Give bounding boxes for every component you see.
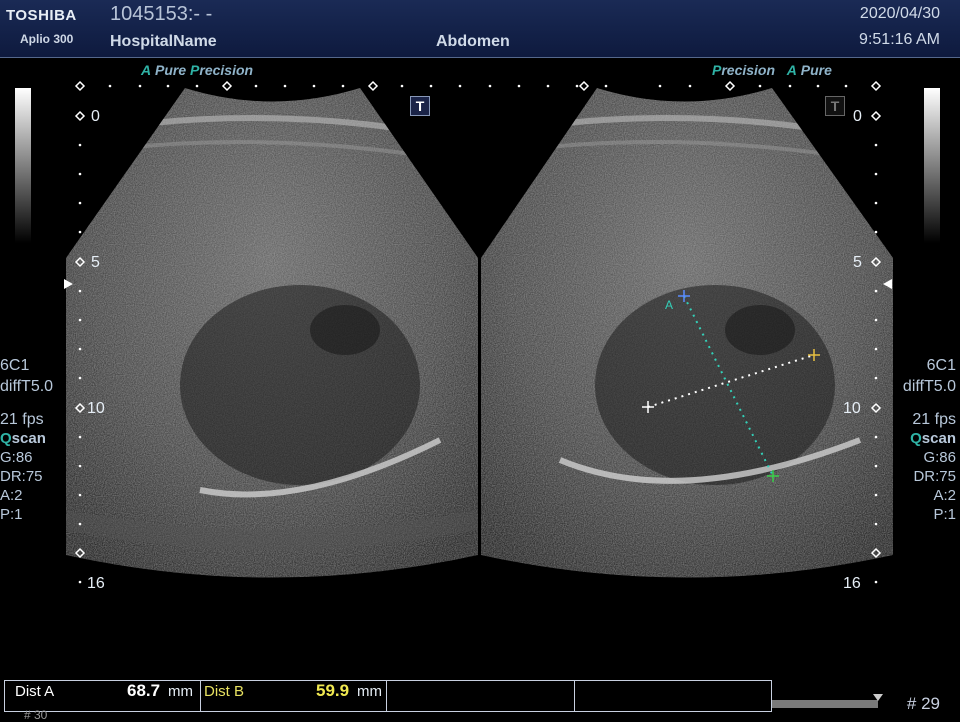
ultrasound-display — [64, 80, 893, 584]
preset-label: diffT5.0 — [902, 378, 956, 395]
params-left: 6C1 diffT5.0 21 fps Qscan G:86 DR:75 A:2… — [0, 355, 53, 524]
measurement-cell-a[interactable]: Dist A 68.7 mm — [5, 681, 201, 711]
depth-label-16-right: 16 — [843, 575, 861, 592]
p-param-label: P:1 — [0, 506, 23, 523]
transducer-orientation-icon[interactable]: T — [410, 96, 430, 116]
gain-label: G:86 — [0, 449, 33, 466]
depth-label-10-left: 10 — [87, 400, 105, 417]
dynamic-range-label: DR:75 — [0, 468, 43, 485]
measurement-cell-b[interactable]: Dist B 59.9 mm — [200, 681, 387, 711]
measurement-label-b: Dist B — [204, 683, 245, 700]
ultrasound-image-left — [66, 88, 478, 578]
measurement-unit-b: mm — [357, 683, 382, 700]
depth-label-5-left: 5 — [91, 254, 100, 271]
qscan-label: Qscan — [903, 430, 956, 448]
transducer-orientation-icon-inactive[interactable]: T — [825, 96, 845, 116]
qscan-q: Q — [910, 430, 922, 447]
grayscale-bar-left — [15, 88, 31, 243]
qscan-rest: scan — [921, 430, 956, 447]
gain-label: G:86 — [923, 449, 956, 466]
top-scale-dots — [108, 84, 848, 88]
preset-label: diffT5.0 — [0, 378, 54, 395]
grayscale-bar-right — [924, 88, 940, 243]
a-param-label: A:2 — [0, 487, 23, 504]
a-param-label: A:2 — [933, 487, 956, 504]
qscan-q: Q — [0, 430, 12, 447]
measurement-panel: Dist A 68.7 mm Dist B 59.9 mm — [4, 680, 772, 712]
params-right: 6C1 diffT5.0 21 fps Qscan G:86 DR:75 A:2… — [903, 355, 956, 524]
ultrasound-image-right — [481, 88, 893, 578]
qscan-label: Qscan — [0, 430, 53, 448]
p-param-label: P:1 — [933, 506, 956, 523]
depth-label-10-right: 10 — [843, 400, 861, 417]
measurement-label-a: Dist A — [15, 683, 55, 700]
dynamic-range-label: DR:75 — [913, 468, 956, 485]
cine-position-marker-icon[interactable] — [873, 694, 883, 701]
frame-number: # 29 — [906, 694, 940, 713]
measurement-value-a: 68.7 — [127, 681, 161, 700]
depth-label-0-left: 0 — [91, 108, 100, 125]
depth-label-16-left: 16 — [87, 575, 105, 592]
depth-label-5-right: 5 — [853, 254, 862, 271]
caliper-label-a: A — [665, 298, 674, 312]
qscan-rest: scan — [11, 430, 46, 447]
measurement-cell-empty-1 — [387, 681, 575, 711]
probe-label: 6C1 — [0, 357, 30, 374]
measurement-cell-empty-2 — [575, 681, 770, 711]
probe-label: 6C1 — [926, 357, 956, 374]
fps-label: 21 fps — [0, 411, 44, 428]
fps-label: 21 fps — [912, 411, 956, 428]
depth-label-0-right: 0 — [853, 108, 862, 125]
measurement-value-b: 59.9 — [316, 681, 350, 700]
measurement-unit-a: mm — [168, 683, 193, 700]
cine-scrollbar[interactable] — [772, 700, 878, 708]
